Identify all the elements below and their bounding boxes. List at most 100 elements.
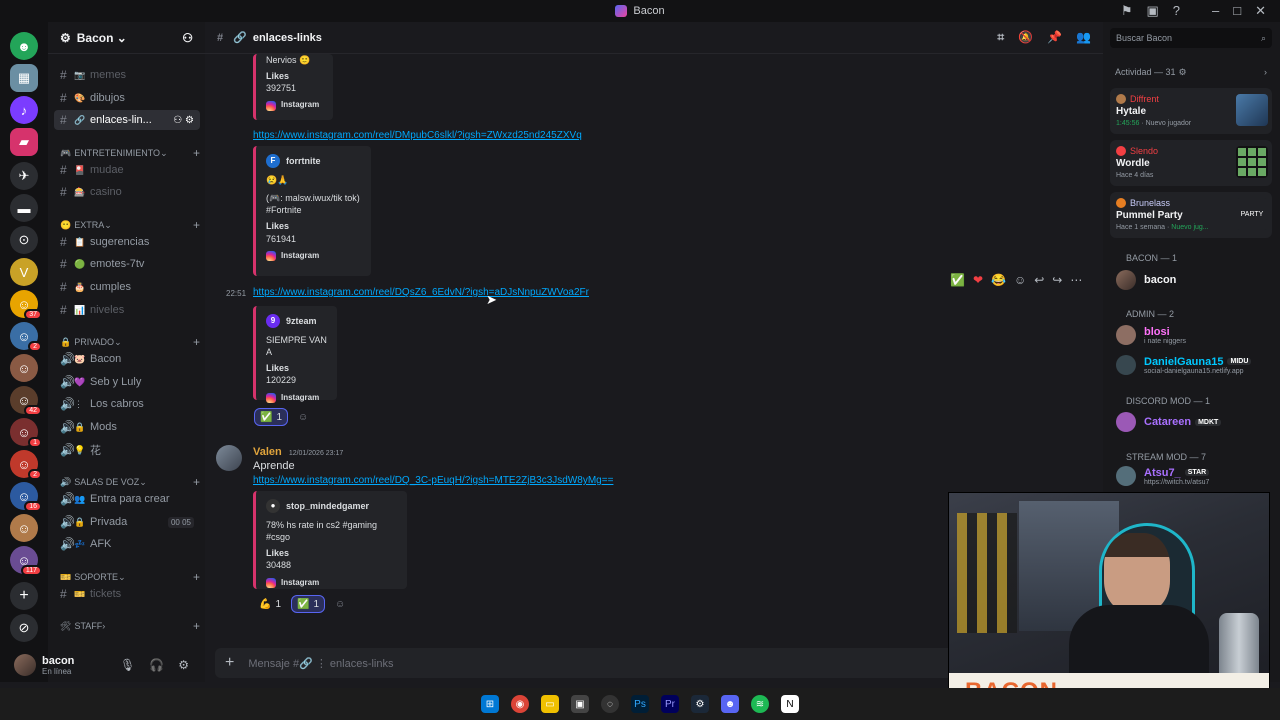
category-privado[interactable]: 🔒 PRIVADO ⌄ + bbox=[60, 335, 200, 349]
add-channel-icon[interactable]: + bbox=[193, 146, 200, 160]
reaction-check[interactable]: ✅ 1 bbox=[291, 595, 326, 613]
voice-channel-entra-para-crear[interactable]: 🔊 👥 Entra para crear bbox=[54, 489, 200, 509]
close-button[interactable]: ✕ bbox=[1255, 3, 1266, 19]
add-server-icon[interactable]: + bbox=[10, 582, 38, 610]
member-item[interactable]: Atsu7_ STAR https://twitch.tv/atsu7 bbox=[1116, 466, 1209, 486]
channel-mudae[interactable]: # 🎴 mudae bbox=[54, 160, 200, 180]
server-icon[interactable]: ☺ bbox=[10, 514, 38, 542]
channel-casino[interactable]: # 🎰 casino bbox=[54, 182, 200, 202]
message-link[interactable]: https://www.instagram.com/reel/DMpubC6sl… bbox=[253, 130, 582, 141]
server-icon[interactable]: ✈ bbox=[10, 162, 38, 190]
author-avatar[interactable] bbox=[216, 445, 242, 471]
server-icon[interactable]: ☺ 2 bbox=[10, 450, 42, 480]
search-input[interactable]: Buscar Bacon ⌕ bbox=[1110, 28, 1272, 48]
add-reaction-icon[interactable]: ☺ bbox=[1014, 273, 1026, 287]
add-reaction-button[interactable]: ☺ bbox=[330, 595, 350, 613]
maximize-button[interactable]: □ bbox=[1233, 3, 1241, 19]
category-entretenimiento[interactable]: 🎮 ENTRETENIMIENTO ⌄ + bbox=[60, 146, 200, 160]
reaction-check-icon[interactable]: ✅ bbox=[950, 273, 965, 287]
member-item[interactable]: bacon bbox=[1116, 270, 1176, 290]
voice-channel-privada[interactable]: 🔊 🔒 Privada 00 05 bbox=[54, 512, 200, 532]
message-input[interactable]: Mensaje #🔗 ⋮ enlaces-links bbox=[248, 657, 393, 670]
category-extra[interactable]: 😶 EXTRA ⌄ + bbox=[60, 218, 200, 232]
message-author[interactable]: Valen bbox=[253, 446, 282, 458]
server-icon[interactable]: V bbox=[10, 258, 38, 286]
forward-icon[interactable]: ↪ bbox=[1052, 273, 1062, 287]
start-icon[interactable]: ⊞ bbox=[481, 695, 499, 713]
server-icon[interactable]: ☺ 2 bbox=[10, 322, 42, 352]
server-icon[interactable]: ▦ bbox=[10, 64, 38, 92]
premiere-icon[interactable]: Pr bbox=[661, 695, 679, 713]
add-channel-icon[interactable]: + bbox=[193, 218, 200, 232]
add-channel-icon[interactable]: + bbox=[193, 335, 200, 349]
voice-channel-afk[interactable]: 🔊 💤 AFK bbox=[54, 534, 200, 554]
spotify-icon[interactable]: ≋ bbox=[751, 695, 769, 713]
voice-channel-hana[interactable]: 🔊 💡 花 bbox=[54, 440, 200, 460]
chrome-icon[interactable]: ◉ bbox=[511, 695, 529, 713]
member-item[interactable]: blosi i nate niggers bbox=[1116, 325, 1186, 345]
discover-icon[interactable]: ⊘ bbox=[10, 614, 38, 642]
channel-cumples[interactable]: # 🎂 cumples bbox=[54, 277, 200, 297]
file-explorer-icon[interactable]: ▭ bbox=[541, 695, 559, 713]
server-icon[interactable]: ♪ bbox=[10, 96, 38, 124]
category-salas-de-voz[interactable]: 🔊 SALAS DE VOZ ⌄ + bbox=[60, 475, 200, 489]
member-list-icon[interactable]: 👥 bbox=[1076, 30, 1091, 45]
server-header[interactable]: ⚙ Bacon ⌄ ⚇ bbox=[48, 22, 205, 54]
activity-card[interactable]: Diffrent Hytale 1:45:56 · Nuevo jugador bbox=[1110, 88, 1272, 134]
activity-card[interactable]: Brunelass Pummel Party Hace 1 semana · N… bbox=[1110, 192, 1272, 238]
server-icon[interactable]: ☺ 37 bbox=[10, 290, 42, 320]
channel-enlaces-links[interactable]: # 🔗 enlaces-lin... ⚇ ⚙ bbox=[54, 110, 200, 130]
server-icon[interactable]: ▬ bbox=[10, 194, 38, 222]
server-icon[interactable]: ☺ 117 bbox=[10, 546, 42, 576]
reaction-heart-icon[interactable]: ❤ bbox=[973, 273, 983, 287]
reply-icon[interactable]: ↩ bbox=[1034, 273, 1044, 287]
channel-settings-icon[interactable]: ⚇ ⚙ bbox=[173, 115, 194, 126]
voice-channel-los-cabros[interactable]: 🔊 ⋮ Los cabros bbox=[54, 394, 200, 414]
more-icon[interactable]: ⋯ bbox=[1070, 273, 1082, 287]
user-settings-icon[interactable]: ⚙ bbox=[178, 658, 189, 672]
photoshop-icon[interactable]: Ps bbox=[631, 695, 649, 713]
channel-niveles[interactable]: # 📊 niveles bbox=[54, 300, 200, 320]
attach-icon[interactable]: + bbox=[225, 654, 234, 672]
user-avatar[interactable] bbox=[14, 654, 36, 676]
app-icon[interactable]: ◌ bbox=[601, 695, 619, 713]
category-soporte[interactable]: 🎫 SOPORTE ⌄ + bbox=[60, 570, 200, 584]
channel-dibujos[interactable]: # 🎨 dibujos bbox=[54, 88, 200, 108]
minimize-button[interactable]: – bbox=[1212, 3, 1219, 19]
server-icon[interactable]: ☺ bbox=[10, 354, 38, 382]
voice-channel-bacon[interactable]: 🔊 🐷 Bacon bbox=[54, 349, 200, 369]
notifications-icon[interactable]: 🔕 bbox=[1018, 30, 1033, 45]
notion-icon[interactable]: N bbox=[781, 695, 799, 713]
screen-icon[interactable]: ▣ bbox=[1146, 3, 1158, 19]
server-icon[interactable]: ☺ 42 bbox=[10, 386, 42, 416]
category-staff[interactable]: 🛠 STAFF › + bbox=[60, 619, 200, 633]
message-composer[interactable]: + Mensaje #🔗 ⋮ enlaces-links bbox=[215, 648, 955, 678]
threads-icon[interactable]: ⌗ bbox=[997, 30, 1004, 45]
message-link[interactable]: https://www.instagram.com/reel/DQ_3C-pEu… bbox=[253, 475, 613, 486]
help-icon[interactable]: ? bbox=[1173, 3, 1180, 19]
add-channel-icon[interactable]: + bbox=[193, 570, 200, 584]
channel-tickets[interactable]: # 🎫 tickets bbox=[54, 584, 200, 604]
channel-sugerencias[interactable]: # 📋 sugerencias bbox=[54, 232, 200, 252]
add-channel-icon[interactable]: + bbox=[193, 619, 200, 633]
server-icon[interactable]: ⊙ bbox=[10, 226, 38, 254]
discord-icon[interactable]: ☻ bbox=[721, 695, 739, 713]
voice-channel-mods[interactable]: 🔊 🔒 Mods bbox=[54, 417, 200, 437]
activity-header[interactable]: Actividad — 31 ⚙ › bbox=[1115, 67, 1267, 78]
steam-icon[interactable]: ⚙ bbox=[691, 695, 709, 713]
server-icon[interactable]: ☺ 16 bbox=[10, 482, 42, 512]
headphones-icon[interactable]: 🎧 bbox=[149, 658, 164, 672]
bacon-server-icon[interactable]: ▰ bbox=[10, 128, 38, 156]
home-server-icon[interactable]: ☻ bbox=[10, 32, 38, 60]
activity-card[interactable]: Slendo Wordle Hace 4 días bbox=[1110, 140, 1272, 186]
voice-channel-seb-y-luly[interactable]: 🔊 💜 Seb y Luly bbox=[54, 372, 200, 392]
channel-memes[interactable]: # 📷 memes bbox=[54, 65, 200, 85]
reaction-check[interactable]: ✅ 1 bbox=[254, 408, 289, 426]
microphone-icon[interactable]: 🎙 bbox=[120, 658, 135, 672]
app-icon[interactable]: ▣ bbox=[571, 695, 589, 713]
member-item[interactable]: Catareen MDKT bbox=[1116, 412, 1222, 432]
channel-emotes-7tv[interactable]: # 🟢 emotes-7tv bbox=[54, 254, 200, 274]
server-icon[interactable]: ☺ 1 bbox=[10, 418, 42, 448]
inbox-icon[interactable]: ⚑ bbox=[1121, 3, 1133, 19]
add-channel-icon[interactable]: + bbox=[193, 475, 200, 489]
